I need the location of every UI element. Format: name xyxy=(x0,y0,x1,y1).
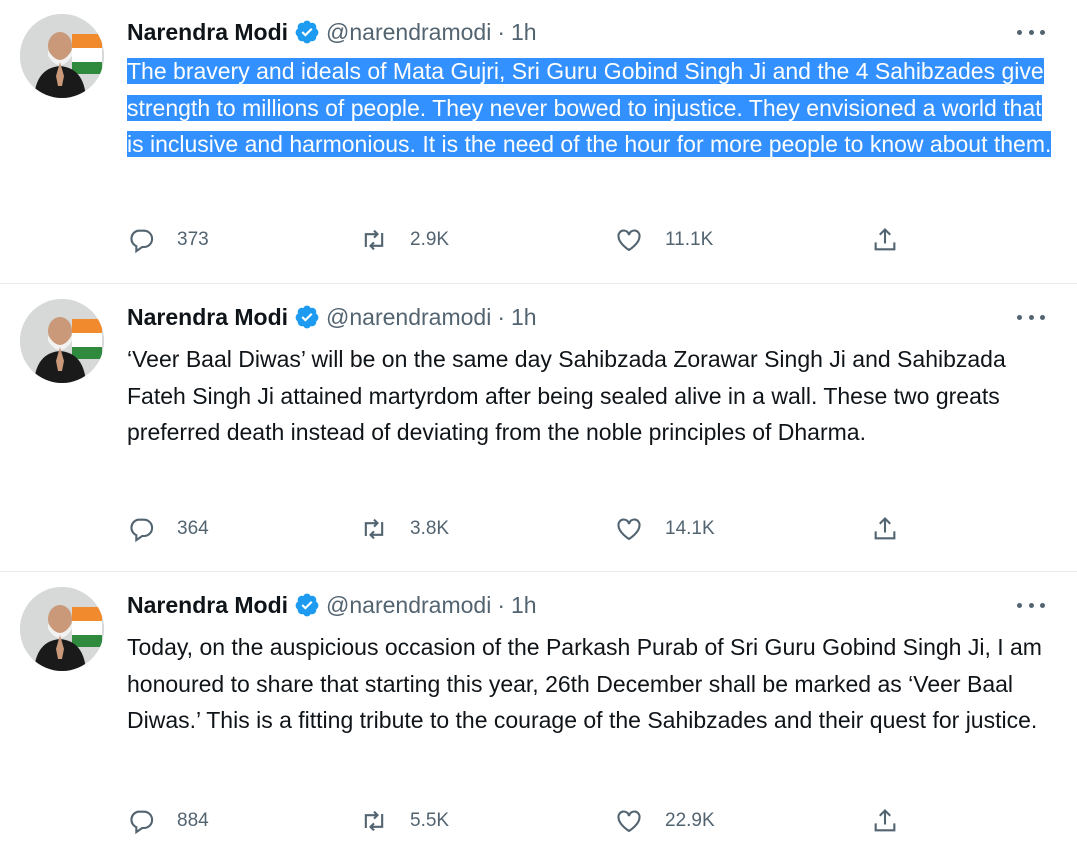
avatar-image xyxy=(20,299,104,383)
retweet-button[interactable]: 3.8K xyxy=(360,511,449,547)
tweet-header: Narendra Modi @narendramodi · 1h xyxy=(127,587,537,623)
like-button[interactable]: 11.1K xyxy=(615,222,713,258)
author-name[interactable]: Narendra Modi xyxy=(127,19,288,46)
retweet-icon xyxy=(364,810,384,832)
separator-dot: · xyxy=(497,18,505,45)
share-button[interactable] xyxy=(871,511,899,547)
avatar-image xyxy=(20,587,104,671)
tweet-timestamp[interactable]: 1h xyxy=(511,19,537,46)
separator-dot: · xyxy=(497,303,505,330)
share-icon xyxy=(874,809,896,832)
avatar[interactable] xyxy=(20,587,104,671)
share-icon xyxy=(874,228,896,251)
retweet-button[interactable]: 2.9K xyxy=(360,222,449,258)
tweet-feed: Narendra Modi @narendramodi · 1h The bra… xyxy=(0,0,1077,864)
tweet-header: Narendra Modi @narendramodi · 1h xyxy=(127,299,537,335)
like-icon xyxy=(617,229,641,252)
selected-text: The bravery and ideals of Mata Gujri, Sr… xyxy=(127,58,1052,157)
avatar[interactable] xyxy=(20,299,104,383)
tweet-actions: 364 3.8K 14.1K xyxy=(127,511,917,547)
author-handle[interactable]: @narendramodi xyxy=(326,304,491,331)
like-button[interactable]: 22.9K xyxy=(615,803,715,839)
tweet-text: ‘Veer Baal Diwas’ will be on the same da… xyxy=(127,346,1006,445)
like-button[interactable]: 14.1K xyxy=(615,511,715,547)
like-count: 14.1K xyxy=(665,518,715,539)
avatar-image xyxy=(20,14,104,98)
retweet-count: 2.9K xyxy=(410,229,450,250)
share-button[interactable] xyxy=(871,803,899,839)
more-options-icon[interactable] xyxy=(1017,595,1045,615)
reply-button[interactable]: 373 xyxy=(127,222,209,258)
avatar[interactable] xyxy=(20,14,104,98)
reply-icon xyxy=(130,229,154,254)
reply-icon xyxy=(130,518,154,543)
reply-count: 884 xyxy=(177,810,209,831)
retweet-icon xyxy=(364,518,384,540)
retweet-button[interactable]: 5.5K xyxy=(360,803,449,839)
reply-icon xyxy=(130,810,154,835)
verified-badge-icon xyxy=(294,304,320,330)
tweet-actions: 884 5.5K 22.9K xyxy=(127,803,917,839)
more-options-icon[interactable] xyxy=(1017,307,1045,327)
tweet[interactable]: Narendra Modi @narendramodi · 1h The bra… xyxy=(0,0,1077,284)
like-icon xyxy=(617,518,641,541)
tweet[interactable]: Narendra Modi @narendramodi · 1h ‘Veer B… xyxy=(0,285,1077,572)
tweet-header: Narendra Modi @narendramodi · 1h xyxy=(127,14,537,50)
tweet-text: The bravery and ideals of Mata Gujri, Sr… xyxy=(127,53,1052,163)
reply-button[interactable]: 364 xyxy=(127,511,209,547)
reply-button[interactable]: 884 xyxy=(127,803,209,839)
share-icon xyxy=(874,517,896,540)
retweet-icon xyxy=(364,229,384,251)
author-handle[interactable]: @narendramodi xyxy=(326,19,491,46)
author-handle[interactable]: @narendramodi xyxy=(326,592,491,619)
reply-count: 373 xyxy=(177,229,209,250)
separator-dot: · xyxy=(497,591,505,618)
retweet-count: 3.8K xyxy=(410,518,450,539)
reply-count: 364 xyxy=(177,518,209,539)
tweet-actions: 373 2.9K 11.1K xyxy=(127,222,917,258)
tweet-timestamp[interactable]: 1h xyxy=(511,304,537,331)
tweet-text: Today, on the auspicious occasion of the… xyxy=(127,634,1042,733)
verified-badge-icon xyxy=(294,19,320,45)
author-name[interactable]: Narendra Modi xyxy=(127,592,288,619)
verified-badge-icon xyxy=(294,592,320,618)
share-button[interactable] xyxy=(871,222,899,258)
tweet-timestamp[interactable]: 1h xyxy=(511,592,537,619)
like-count: 22.9K xyxy=(665,810,715,831)
tweet[interactable]: Narendra Modi @narendramodi · 1h Today, … xyxy=(0,573,1077,864)
retweet-count: 5.5K xyxy=(410,810,450,831)
like-count: 11.1K xyxy=(665,229,714,250)
more-options-icon[interactable] xyxy=(1017,22,1045,42)
like-icon xyxy=(617,810,641,833)
author-name[interactable]: Narendra Modi xyxy=(127,304,288,331)
